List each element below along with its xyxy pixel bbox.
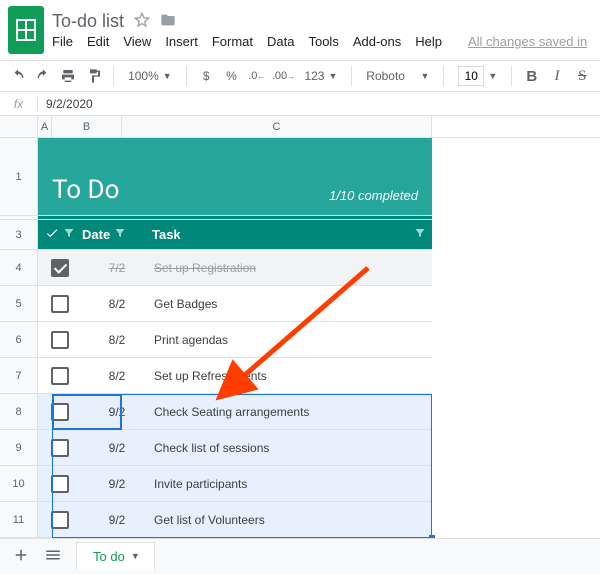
- zoom-value: 100%: [128, 69, 159, 83]
- table-row[interactable]: 9/2Check Seating arrangements: [38, 394, 432, 430]
- print-button[interactable]: [59, 65, 78, 87]
- banner-title: To Do: [52, 175, 119, 205]
- table-row[interactable]: 8/2Get Badges: [38, 286, 432, 322]
- row-header[interactable]: 4: [0, 250, 38, 286]
- format-percent-button[interactable]: %: [222, 65, 241, 87]
- save-status[interactable]: All changes saved in: [468, 34, 587, 49]
- format-currency-button[interactable]: $: [197, 65, 216, 87]
- strikethrough-button[interactable]: S: [573, 65, 592, 87]
- table-row[interactable]: 9/2Invite participants: [38, 466, 432, 502]
- cell-task[interactable]: Print agendas: [152, 333, 432, 347]
- add-sheet-button[interactable]: [12, 546, 30, 567]
- row-header[interactable]: 9: [0, 430, 38, 466]
- cell-task[interactable]: Set up Registration: [152, 261, 432, 275]
- banner-progress: 1/10 completed: [329, 188, 418, 203]
- cell-task[interactable]: Set up Refreshments: [152, 369, 432, 383]
- task-checkbox[interactable]: [51, 403, 69, 421]
- row-header[interactable]: 11: [0, 502, 38, 538]
- move-folder-icon[interactable]: [160, 12, 176, 31]
- col-header-c[interactable]: C: [122, 116, 432, 137]
- cell-date[interactable]: 7/2: [82, 261, 152, 275]
- menu-file[interactable]: File: [52, 34, 73, 49]
- zoom-select[interactable]: 100%▼: [124, 65, 176, 87]
- all-sheets-button[interactable]: [44, 546, 62, 567]
- spreadsheet-grid[interactable]: A B C 1 To Do 1/10 completed 3 Date: [0, 116, 600, 538]
- col-header-b[interactable]: B: [52, 116, 122, 137]
- table-row[interactable]: 9/2Get list of Volunteers: [38, 502, 432, 538]
- task-checkbox[interactable]: [51, 475, 69, 493]
- menu-addons[interactable]: Add-ons: [353, 34, 401, 49]
- cell-task[interactable]: Get Badges: [152, 297, 432, 311]
- table-row[interactable]: 8/2Set up Refreshments: [38, 358, 432, 394]
- task-checkbox[interactable]: [51, 511, 69, 529]
- table-row[interactable]: 8/2Print agendas: [38, 322, 432, 358]
- cell-task[interactable]: Check list of sessions: [152, 441, 432, 455]
- banner-cell[interactable]: To Do 1/10 completed: [38, 138, 432, 216]
- filter-icon[interactable]: [114, 227, 126, 242]
- task-checkbox[interactable]: [51, 295, 69, 313]
- cell-task[interactable]: Check Seating arrangements: [152, 405, 432, 419]
- header-task: Task: [152, 227, 181, 242]
- cell-date[interactable]: 8/2: [82, 369, 152, 383]
- cell-task[interactable]: Get list of Volunteers: [152, 513, 432, 527]
- cell-date[interactable]: 9/2: [82, 513, 152, 527]
- italic-button[interactable]: I: [547, 65, 566, 87]
- cell-date[interactable]: 9/2: [82, 477, 152, 491]
- toolbar: 100%▼ $ % .0← .00→ 123▼ Roboto▼ ▼ B I S: [0, 60, 600, 92]
- menu-edit[interactable]: Edit: [87, 34, 109, 49]
- row-header[interactable]: 3: [0, 220, 38, 250]
- cell-date[interactable]: 9/2: [82, 441, 152, 455]
- cell-task[interactable]: Invite participants: [152, 477, 432, 491]
- font-size-input[interactable]: [458, 66, 484, 86]
- menu-insert[interactable]: Insert: [165, 34, 198, 49]
- document-title[interactable]: To-do list: [52, 11, 124, 32]
- bold-button[interactable]: B: [522, 65, 541, 87]
- row-header[interactable]: 7: [0, 358, 38, 394]
- row-header[interactable]: 6: [0, 322, 38, 358]
- cell-date[interactable]: 9/2: [82, 405, 152, 419]
- sheet-tab[interactable]: To do ▼: [76, 542, 155, 570]
- cell-date[interactable]: 8/2: [82, 297, 152, 311]
- table-header-row[interactable]: Date Task: [38, 220, 432, 250]
- number-format-select[interactable]: 123▼: [300, 65, 341, 87]
- task-checkbox[interactable]: [51, 367, 69, 385]
- font-family-select[interactable]: Roboto▼: [362, 65, 433, 87]
- cell-date[interactable]: 8/2: [82, 333, 152, 347]
- paint-format-button[interactable]: [84, 65, 103, 87]
- sheet-tab-bar: To do ▼: [0, 538, 600, 574]
- redo-button[interactable]: [33, 65, 52, 87]
- row-header[interactable]: 10: [0, 466, 38, 502]
- row-header[interactable]: 5: [0, 286, 38, 322]
- task-checkbox[interactable]: [51, 331, 69, 349]
- header-date: Date: [82, 227, 110, 242]
- col-header-a[interactable]: A: [38, 116, 52, 137]
- table-row[interactable]: 7/2Set up Registration: [38, 250, 432, 286]
- checkmark-icon: [45, 226, 59, 243]
- fx-label: fx: [0, 97, 38, 111]
- star-icon[interactable]: [134, 12, 150, 31]
- row-header[interactable]: 8: [0, 394, 38, 430]
- menu-help[interactable]: Help: [415, 34, 442, 49]
- menu-tools[interactable]: Tools: [308, 34, 338, 49]
- select-all-corner[interactable]: [0, 116, 38, 137]
- menubar: File Edit View Insert Format Data Tools …: [52, 34, 592, 49]
- formula-bar[interactable]: 9/2/2020: [38, 97, 93, 111]
- font-size-select[interactable]: ▼: [454, 65, 501, 87]
- task-checkbox[interactable]: [51, 259, 69, 277]
- filter-icon[interactable]: [63, 227, 75, 242]
- sheets-app-icon[interactable]: [8, 6, 44, 54]
- filter-icon[interactable]: [414, 227, 426, 242]
- task-checkbox[interactable]: [51, 439, 69, 457]
- sheet-tab-label: To do: [93, 549, 125, 564]
- menu-format[interactable]: Format: [212, 34, 253, 49]
- menu-view[interactable]: View: [123, 34, 151, 49]
- increase-decimal-button[interactable]: .00→: [272, 65, 294, 87]
- row-header[interactable]: 1: [0, 138, 38, 216]
- menu-data[interactable]: Data: [267, 34, 294, 49]
- table-row[interactable]: 9/2Check list of sessions: [38, 430, 432, 466]
- undo-button[interactable]: [8, 65, 27, 87]
- decrease-decimal-button[interactable]: .0←: [247, 65, 266, 87]
